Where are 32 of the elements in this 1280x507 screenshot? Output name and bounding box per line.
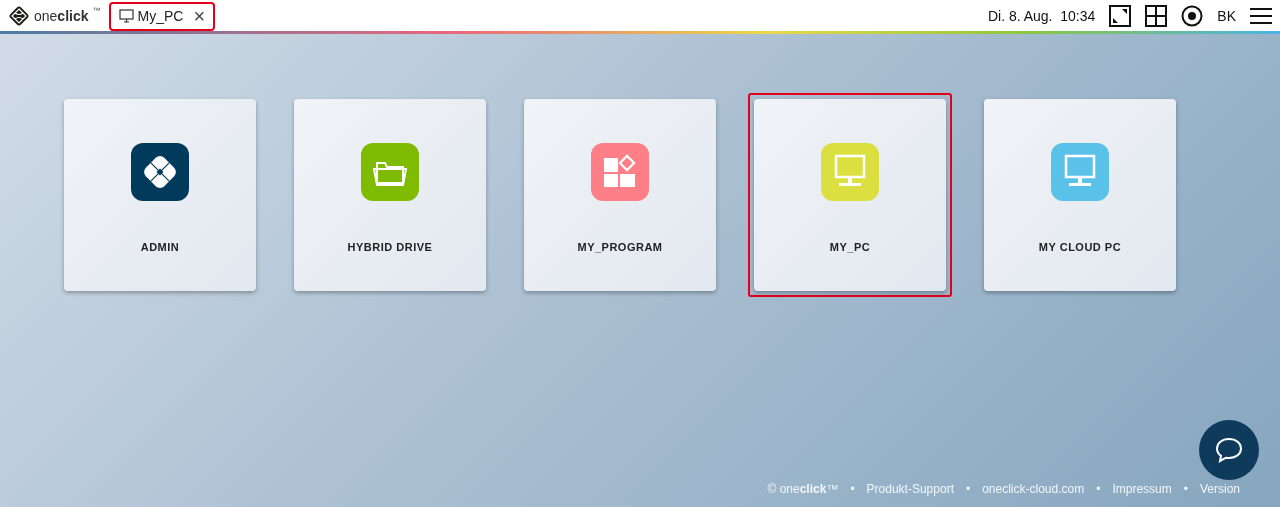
- monitor-icon: [118, 9, 134, 23]
- close-button[interactable]: ×: [187, 6, 206, 26]
- app-tile[interactable]: MY_PC: [754, 99, 946, 291]
- tab[interactable]: My_PC ×: [108, 1, 216, 31]
- monitor-icon: [821, 143, 879, 201]
- separator-dot: •: [850, 481, 855, 498]
- app-tile[interactable]: MY_PROGRAM: [524, 99, 716, 291]
- app-blocks-icon: [591, 143, 649, 201]
- fullscreen-button[interactable]: [1109, 5, 1132, 27]
- app-tile[interactable]: MY CLOUD PC: [984, 99, 1176, 291]
- date-time: Di. 8. Aug. 10:34: [987, 6, 1096, 26]
- logo-text: oneclick: [34, 6, 89, 26]
- separator-dot: •: [965, 481, 971, 498]
- separator-dot: •: [1096, 481, 1101, 498]
- monitor-icon: [1051, 143, 1109, 201]
- tab-label: My_PC: [137, 6, 184, 26]
- grid-button[interactable]: [1145, 5, 1168, 27]
- app-tile[interactable]: ADMIN: [64, 99, 256, 291]
- record-icon: [1181, 5, 1204, 27]
- trademark-sign: ™: [92, 5, 101, 17]
- chat-button[interactable]: [1199, 420, 1259, 480]
- folder-icon: [361, 143, 419, 201]
- chat-icon: [1214, 436, 1244, 464]
- menu-button[interactable]: [1250, 8, 1272, 24]
- fullscreen-icon: [1109, 5, 1132, 27]
- menu-icon: [1250, 8, 1272, 24]
- grid-icon: [1145, 5, 1168, 27]
- record-button[interactable]: [1181, 5, 1204, 27]
- diamond-logo-icon: [131, 143, 189, 201]
- separator-dot: •: [1183, 481, 1188, 498]
- user-initials[interactable]: BK: [1217, 5, 1236, 27]
- app-tile[interactable]: HYBRID DRIVE: [294, 99, 486, 291]
